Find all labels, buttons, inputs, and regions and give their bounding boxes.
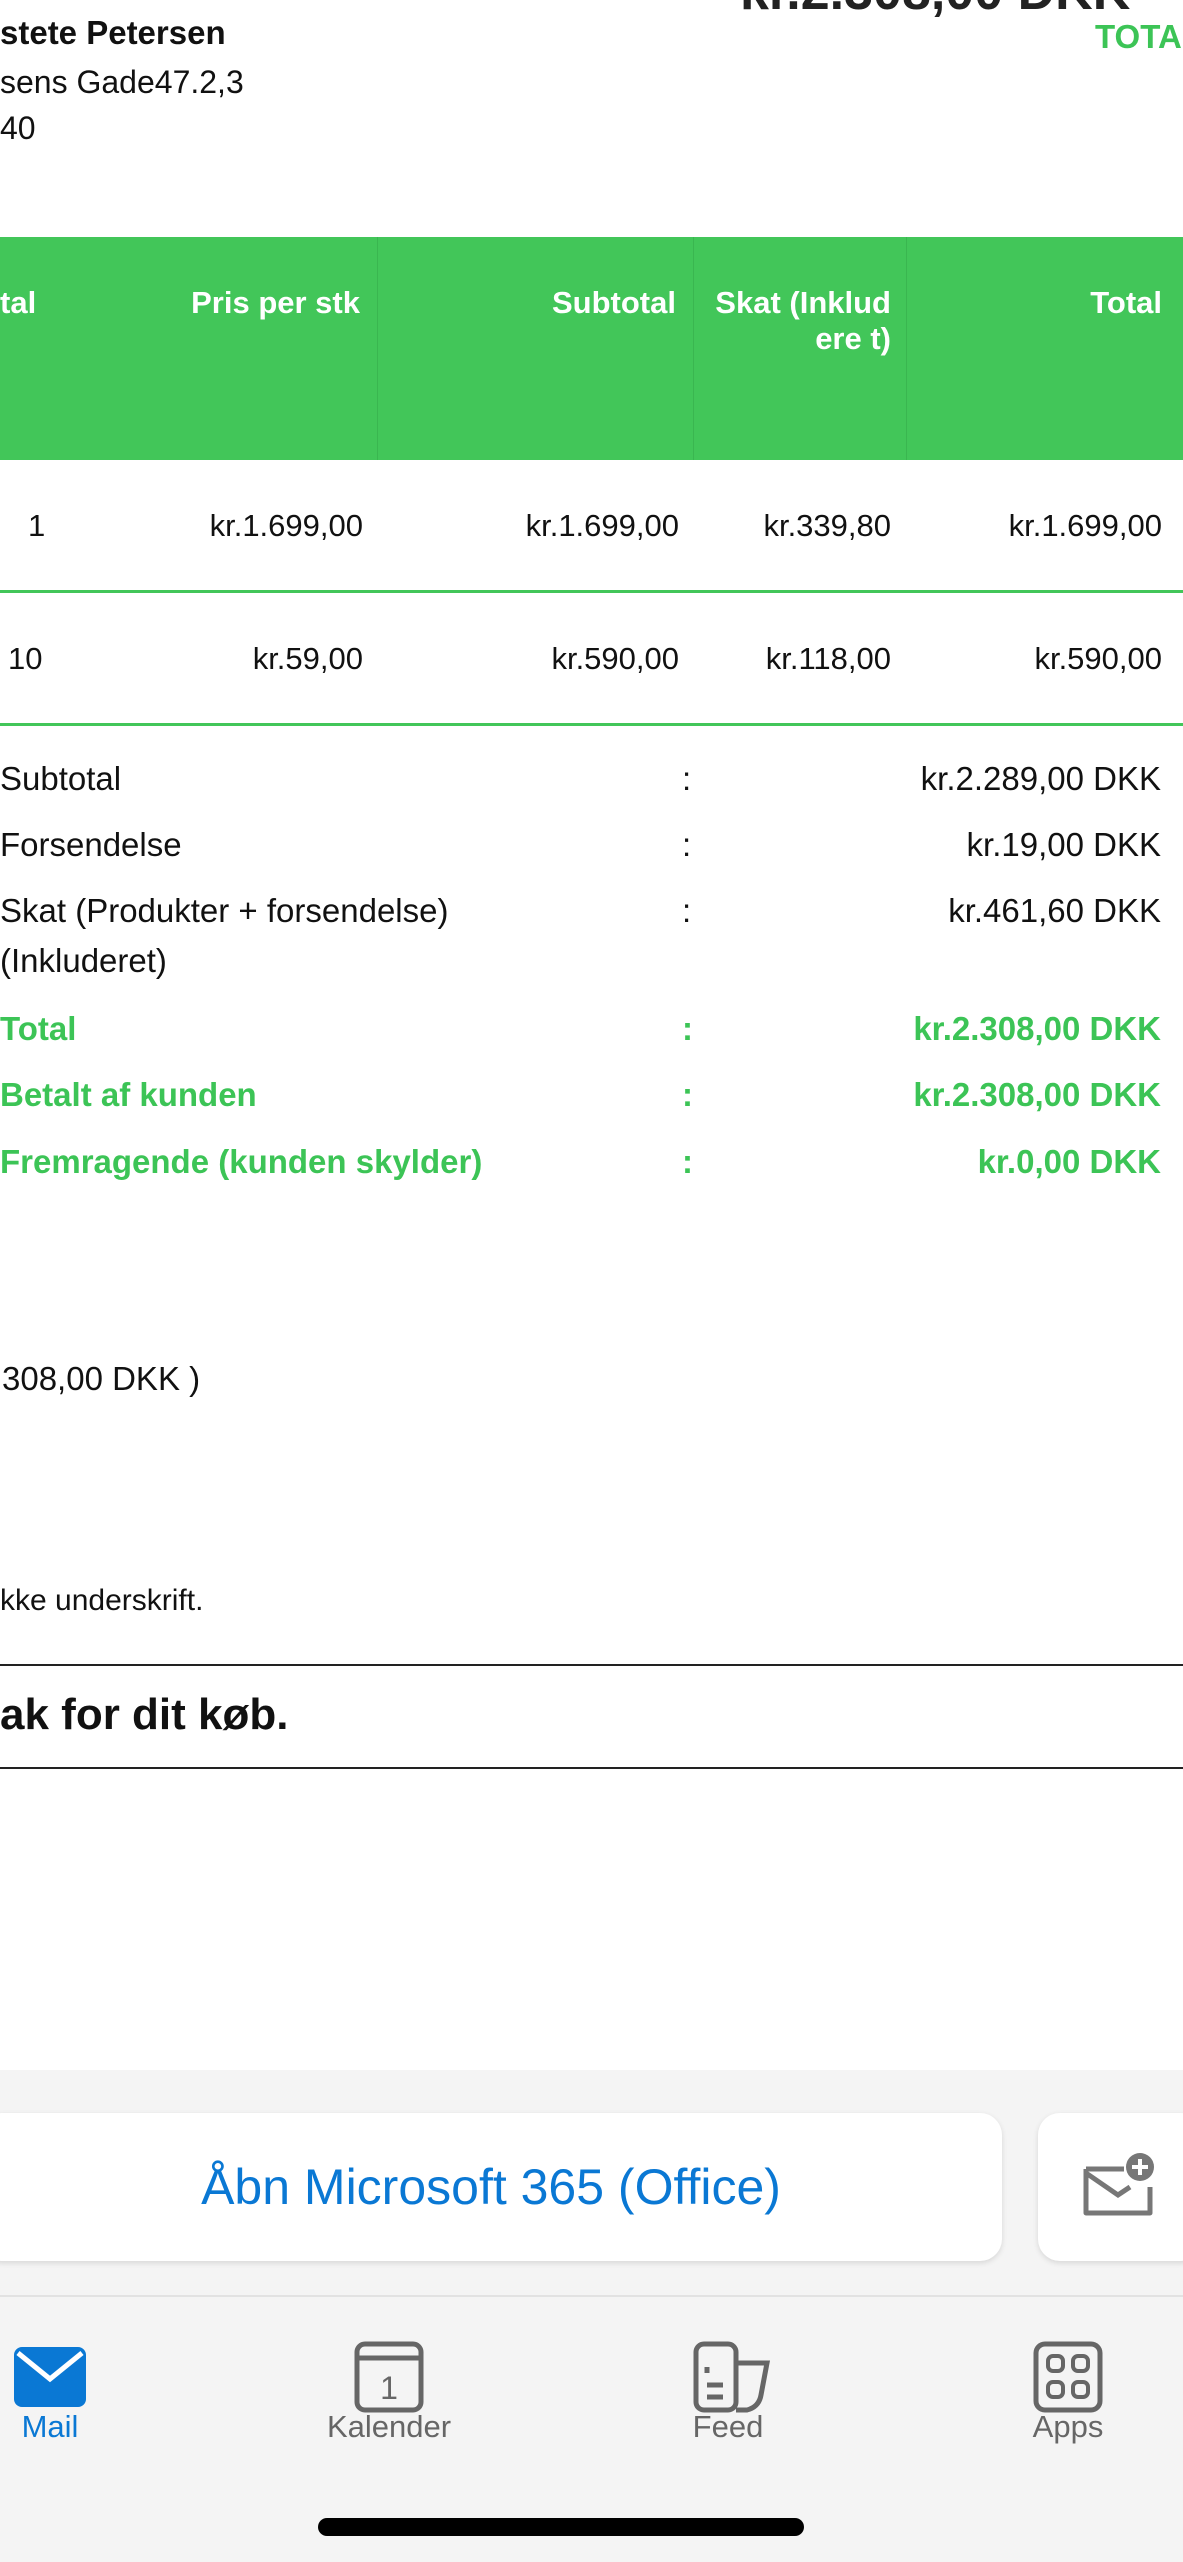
- total-amount-header: kr.2.308,00 DKK: [740, 0, 1130, 22]
- cell-price: kr.1.699,00: [209, 508, 363, 543]
- mail-icon: [14, 2347, 86, 2407]
- summary-paid: Betalt af kunden: kr.2.308,00 DKK: [0, 1076, 1161, 1113]
- col-qty: tal: [0, 285, 37, 320]
- customer-name: stete Petersen: [0, 14, 226, 51]
- summary-subtotal: Subtotal: kr.2.289,00 DKK: [0, 760, 1161, 797]
- home-indicator[interactable]: [318, 2518, 804, 2536]
- tab-label: Mail: [21, 2409, 79, 2444]
- feed-icon: [693, 2341, 771, 2413]
- tab-label: Feed: [692, 2409, 764, 2444]
- svg-text:1: 1: [380, 2370, 398, 2406]
- new-mail-button[interactable]: [1038, 2113, 1183, 2261]
- tab-label: Kalender: [326, 2409, 452, 2444]
- cell-price: kr.59,00: [252, 641, 363, 676]
- table-row: 1 kr.1.699,00 kr.1.699,00 kr.339,80 kr.1…: [0, 460, 1183, 593]
- col-subtotal: Subtotal: [552, 285, 676, 320]
- customer-postal: 40: [0, 110, 36, 146]
- cell-total: kr.1.699,00: [1008, 508, 1162, 543]
- mail-add-icon: [1083, 2153, 1154, 2216]
- signature-note: kke underskrift.: [0, 1584, 204, 1617]
- cell-subtotal: kr.590,00: [551, 641, 679, 676]
- summary-total: Total: kr.2.308,00 DKK: [0, 1010, 1161, 1047]
- tab-calendar[interactable]: 1 Kalender: [289, 2297, 489, 2497]
- col-total: Total: [1090, 285, 1162, 320]
- cell-tax: kr.118,00: [765, 641, 891, 676]
- cell-tax: kr.339,80: [763, 508, 891, 543]
- tab-mail[interactable]: Mail: [0, 2297, 150, 2497]
- cell-qty: 1: [28, 508, 46, 543]
- summary-shipping: Forsendelse: kr.19,00 DKK: [0, 826, 1161, 863]
- divider: [0, 1767, 1183, 1769]
- apps-icon: [1033, 2341, 1103, 2413]
- tab-label: Apps: [1032, 2409, 1104, 2444]
- cell-subtotal: kr.1.699,00: [525, 508, 679, 543]
- tab-feed[interactable]: Feed: [628, 2297, 828, 2497]
- calendar-icon: 1: [354, 2341, 424, 2413]
- table-row: 10 kr.59,00 kr.590,00 kr.118,00 kr.590,0…: [0, 593, 1183, 726]
- thanks-text: ak for dit køb.: [0, 1690, 289, 1739]
- col-price: Pris per stk: [191, 285, 360, 320]
- divider: [0, 1664, 1183, 1666]
- cell-qty: 10: [8, 641, 43, 676]
- customer-address: sens Gade47.2,3: [0, 64, 244, 100]
- col-tax: Skat (Inkludere t): [715, 285, 891, 356]
- summary-tax: Skat (Produkter + forsendelse) (Inkludere…: [0, 892, 1161, 979]
- amount-words: 308,00 DKK ): [2, 1360, 201, 1397]
- open-office-label: Åbn Microsoft 365 (Office): [201, 2159, 781, 2215]
- table-header: tal Pris per stk Subtotal Skat (Inkluder…: [0, 237, 1183, 460]
- total-label: TOTAL: [1095, 18, 1183, 55]
- summary-outstanding: Fremragende (kunden skylder): kr.0,00 DKK: [0, 1143, 1161, 1180]
- cell-total: kr.590,00: [1034, 641, 1162, 676]
- open-office-button[interactable]: Åbn Microsoft 365 (Office): [0, 2113, 1002, 2261]
- tab-apps[interactable]: Apps: [968, 2297, 1168, 2497]
